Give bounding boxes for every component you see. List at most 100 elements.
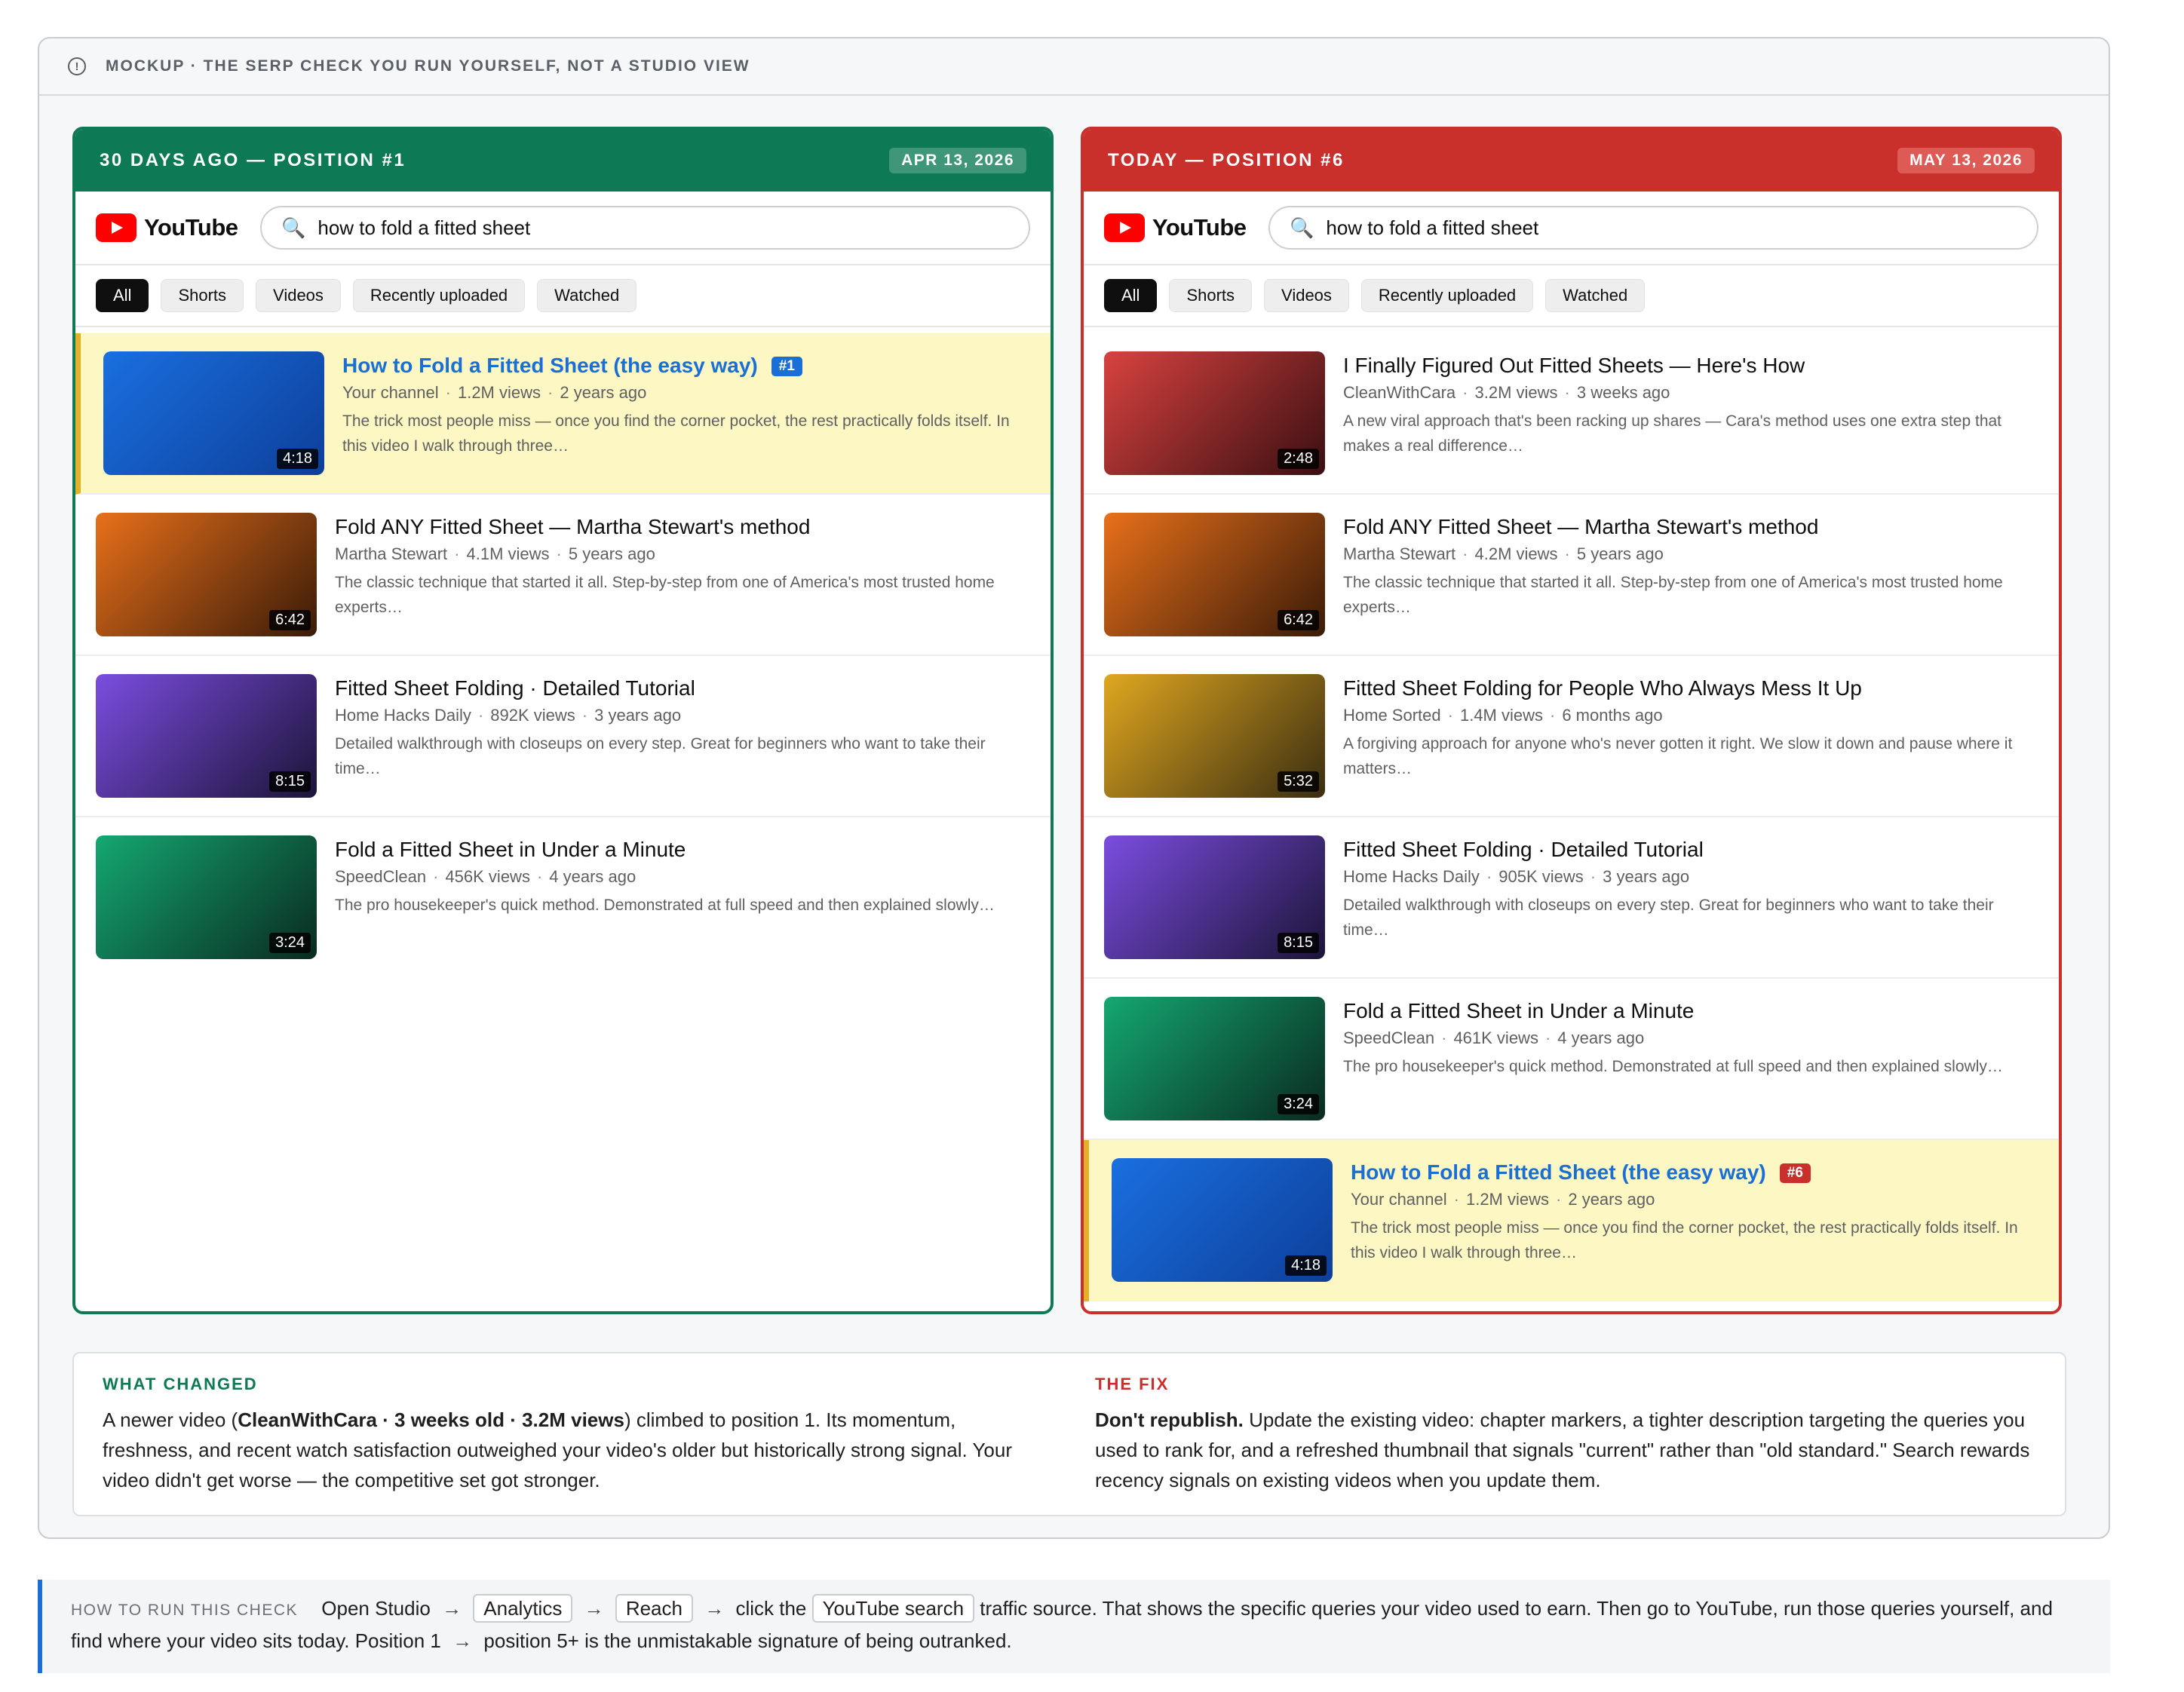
- youtube-logo[interactable]: YouTube: [96, 213, 260, 242]
- video-result[interactable]: 4:18 How to Fold a Fitted Sheet (the easy…: [1084, 1140, 2059, 1301]
- filter-chip-shorts[interactable]: Shorts: [161, 279, 244, 312]
- video-title-row: Fitted Sheet Folding for People Who Alwa…: [1343, 676, 2038, 701]
- video-thumbnail[interactable]: 5:32: [1104, 674, 1325, 798]
- video-title[interactable]: How to Fold a Fitted Sheet (the easy way…: [1351, 1160, 1766, 1184]
- filter-chip-recently-uploaded[interactable]: Recently uploaded: [352, 279, 526, 312]
- video-title[interactable]: Fold a Fitted Sheet in Under a Minute: [335, 838, 686, 861]
- video-thumbnail[interactable]: 6:42: [96, 513, 317, 636]
- channel-name[interactable]: CleanWithCara: [1343, 383, 1455, 402]
- panel-header: 30 DAYS AGO — POSITION #1 APR 13, 2026: [75, 130, 1051, 192]
- separator-dot: ·: [1447, 706, 1453, 725]
- video-title[interactable]: Fold ANY Fitted Sheet — Martha Stewart's…: [1343, 515, 1818, 538]
- channel-name[interactable]: Home Hacks Daily: [335, 706, 471, 725]
- filter-chip-watched[interactable]: Watched: [537, 279, 637, 312]
- filter-chip-videos[interactable]: Videos: [1264, 279, 1349, 312]
- video-thumbnail[interactable]: 4:18: [1112, 1158, 1333, 1282]
- video-result[interactable]: 8:15 Fitted Sheet Folding · Detailed Tuto…: [1084, 817, 2059, 979]
- filter-chip-all[interactable]: All: [96, 279, 149, 312]
- page: ! MOCKUP · THE SERP CHECK YOU RUN YOURSE…: [0, 0, 2184, 1692]
- video-title[interactable]: Fitted Sheet Folding · Detailed Tutorial: [1343, 838, 1704, 861]
- video-title[interactable]: Fold ANY Fitted Sheet — Martha Stewart's…: [335, 515, 810, 538]
- video-title[interactable]: How to Fold a Fitted Sheet (the easy way…: [342, 354, 758, 377]
- channel-name[interactable]: Martha Stewart: [1343, 544, 1455, 563]
- video-thumbnail[interactable]: 3:24: [96, 835, 317, 959]
- the-fix-heading: THE FIX: [1095, 1375, 1170, 1393]
- video-result[interactable]: 3:24 Fold a Fitted Sheet in Under a Minut…: [1084, 979, 2059, 1140]
- filter-chip-all[interactable]: All: [1104, 279, 1158, 312]
- channel-name[interactable]: Martha Stewart: [335, 544, 447, 563]
- mockup-frame: ! MOCKUP · THE SERP CHECK YOU RUN YOURSE…: [38, 37, 2110, 1539]
- video-description: A new viral approach that's been racking…: [1343, 412, 2002, 455]
- video-info: I Finally Figured Out Fitted Sheets — He…: [1343, 351, 2059, 493]
- video-result[interactable]: 2:48 I Finally Figured Out Fitted Sheets …: [1084, 333, 2059, 495]
- view-count: 4.2M views: [1474, 544, 1558, 563]
- video-result[interactable]: 4:18 How to Fold a Fitted Sheet (the easy…: [75, 333, 1051, 495]
- filter-chip-videos[interactable]: Videos: [256, 279, 341, 312]
- video-title[interactable]: Fitted Sheet Folding for People Who Alwa…: [1343, 676, 1862, 700]
- channel-name[interactable]: Your channel: [1351, 1190, 1447, 1209]
- separator-dot: ·: [1544, 1028, 1551, 1047]
- separator-dot: ·: [1556, 1190, 1562, 1209]
- video-info: Fitted Sheet Folding · Detailed Tutorial…: [1343, 835, 2059, 977]
- search-icon: 🔍: [281, 216, 306, 239]
- video-meta: Home Sorted · 1.4M views · 6 months ago: [1343, 706, 2038, 725]
- how-to-text-end: position 5+ is the unmistakable signatur…: [483, 1629, 1012, 1652]
- video-duration: 8:15: [269, 771, 311, 792]
- the-fix-section: THE FIX Don't republish. Update the exis…: [1095, 1375, 2038, 1515]
- channel-name[interactable]: Your channel: [342, 383, 439, 402]
- video-thumbnail[interactable]: 6:42: [1104, 513, 1325, 636]
- video-description: The classic technique that started it al…: [335, 574, 995, 616]
- channel-name[interactable]: Home Sorted: [1343, 706, 1441, 725]
- separator-dot: ·: [1462, 544, 1468, 563]
- what-changed-heading: WHAT CHANGED: [103, 1375, 258, 1393]
- video-result[interactable]: 5:32 Fitted Sheet Folding for People Who …: [1084, 656, 2059, 817]
- filter-chip-watched[interactable]: Watched: [1545, 279, 1646, 312]
- video-duration: 4:18: [277, 449, 318, 469]
- video-title-row: Fitted Sheet Folding · Detailed Tutorial: [335, 676, 1029, 701]
- youtube-logo[interactable]: YouTube: [1104, 213, 1268, 242]
- video-description: Detailed walkthrough with closeups on ev…: [335, 735, 986, 777]
- what-changed-text-bold: CleanWithCara · 3 weeks old · 3.2M views: [238, 1408, 624, 1431]
- video-title[interactable]: Fitted Sheet Folding · Detailed Tutorial: [335, 676, 695, 700]
- video-info: Fitted Sheet Folding for People Who Alwa…: [1343, 674, 2059, 816]
- youtube-wordmark: YouTube: [144, 214, 238, 241]
- video-thumbnail[interactable]: 8:15: [1104, 835, 1325, 959]
- view-count: 1.2M views: [1465, 1190, 1550, 1209]
- separator-dot: ·: [1550, 706, 1556, 725]
- video-duration: 4:18: [1285, 1255, 1327, 1276]
- search-input[interactable]: 🔍 how to fold a fitted sheet: [1268, 206, 2038, 250]
- search-results: 2:48 I Finally Figured Out Fitted Sheets …: [1084, 327, 2059, 1301]
- channel-name[interactable]: SpeedClean: [335, 867, 426, 886]
- channel-name[interactable]: Home Hacks Daily: [1343, 867, 1480, 886]
- video-thumbnail[interactable]: 8:15: [96, 674, 317, 798]
- video-title-row: Fold ANY Fitted Sheet — Martha Stewart's…: [1343, 514, 2038, 540]
- filter-chip-recently-uploaded[interactable]: Recently uploaded: [1360, 279, 1534, 312]
- filter-chip-shorts[interactable]: Shorts: [1169, 279, 1253, 312]
- video-result[interactable]: 6:42 Fold ANY Fitted Sheet — Martha Stewa…: [75, 495, 1051, 656]
- video-meta: Your channel · 1.2M views · 2 years ago: [1351, 1190, 2038, 1209]
- search-query: how to fold a fitted sheet: [317, 216, 531, 239]
- video-result[interactable]: 8:15 Fitted Sheet Folding · Detailed Tuto…: [75, 656, 1051, 817]
- video-title[interactable]: Fold a Fitted Sheet in Under a Minute: [1343, 999, 1694, 1022]
- click-text: click the: [735, 1597, 807, 1620]
- separator-dot: ·: [1564, 544, 1570, 563]
- search-input[interactable]: 🔍 how to fold a fitted sheet: [260, 206, 1030, 250]
- video-title-row: How to Fold a Fitted Sheet (the easy way…: [1351, 1160, 2038, 1185]
- video-title-row: Fold a Fitted Sheet in Under a Minute: [1343, 998, 2038, 1024]
- video-result[interactable]: 3:24 Fold a Fitted Sheet in Under a Minut…: [75, 817, 1051, 979]
- video-thumbnail[interactable]: 4:18: [103, 351, 324, 475]
- panel-today: TODAY — POSITION #6 MAY 13, 2026 YouTube…: [1081, 127, 2062, 1314]
- video-thumbnail[interactable]: 2:48: [1104, 351, 1325, 475]
- channel-name[interactable]: SpeedClean: [1343, 1028, 1434, 1047]
- video-meta: Home Hacks Daily · 892K views · 3 years ago: [335, 706, 1029, 725]
- video-info: How to Fold a Fitted Sheet (the easy way…: [1351, 1158, 2059, 1301]
- youtube-search-bar: YouTube 🔍 how to fold a fitted sheet: [1084, 192, 2059, 265]
- video-description: A forgiving approach for anyone who's ne…: [1343, 735, 2013, 777]
- arrow-icon: →: [584, 1597, 604, 1620]
- video-title[interactable]: I Finally Figured Out Fitted Sheets — He…: [1343, 354, 1805, 377]
- video-duration: 6:42: [1278, 610, 1319, 630]
- arrow-icon: →: [452, 1629, 473, 1652]
- video-result[interactable]: 6:42 Fold ANY Fitted Sheet — Martha Stewa…: [1084, 495, 2059, 656]
- separator-dot: ·: [536, 867, 543, 886]
- video-thumbnail[interactable]: 3:24: [1104, 997, 1325, 1120]
